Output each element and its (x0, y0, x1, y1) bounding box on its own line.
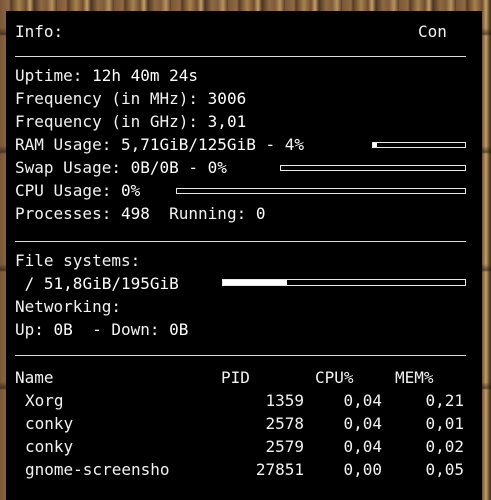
cpu-usage-bar (176, 188, 466, 194)
processes-label: Processes: (15, 204, 112, 223)
con-label: Con (418, 22, 447, 41)
divider (15, 56, 466, 57)
process-name: conky (25, 437, 74, 456)
running-value: 0 (255, 204, 266, 223)
root-fs-label: / 51,8GiB/195GiB (24, 274, 179, 293)
process-name: Xorg (25, 391, 64, 410)
swap-value: 0B/0B - 0% (130, 158, 227, 177)
column-header-mem: MEM% (395, 368, 434, 387)
ram-label: RAM Usage: (15, 135, 112, 154)
divider (15, 241, 466, 242)
filesystems-title: File systems: (15, 251, 141, 270)
uptime-label: Uptime: (15, 66, 83, 85)
swap-row: Swap Usage: 0B/0B - 0% (15, 156, 227, 179)
down-value: 0B (169, 320, 189, 339)
up-label: Up: (15, 320, 44, 339)
network-row: Up: 0B - Down: 0B (15, 318, 188, 341)
info-label: Info: (15, 22, 64, 41)
process-mem: 0,21 (425, 391, 464, 410)
process-pid: 1359 (265, 391, 304, 410)
ram-row: RAM Usage: 5,71GiB/125GiB - 4% (15, 133, 304, 156)
process-pid: 27851 (255, 460, 304, 479)
freq-ghz-value: 3,01 (207, 112, 247, 131)
uptime-row: Uptime: 12h 40m 24s (15, 64, 198, 87)
process-cpu: 0,04 (343, 437, 382, 456)
conky-panel: Info: Con Uptime: 12h 40m 24s Frequency … (6, 11, 482, 500)
divider (15, 355, 466, 356)
ram-value: 5,71GiB/125GiB - 4% (120, 135, 304, 154)
swap-usage-bar (280, 165, 466, 171)
freq-mhz-row: Frequency (in MHz): 3006 (15, 87, 246, 110)
ram-usage-bar-fill (373, 143, 377, 147)
process-cpu: 0,04 (343, 414, 382, 433)
root-fs-usage-bar-fill (223, 280, 288, 285)
process-pid: 2578 (265, 414, 304, 433)
column-header-cpu: CPU% (315, 368, 354, 387)
freq-ghz-label: Frequency (in GHz): (15, 112, 199, 131)
swap-label: Swap Usage: (15, 158, 121, 177)
freq-mhz-value: 3006 (207, 89, 247, 108)
processes-value: 498 (120, 204, 150, 223)
root-fs-row: / 51,8GiB/195GiB (15, 272, 179, 295)
running-label: Running: (169, 204, 247, 223)
processes-row: Processes: 498 Running: 0 (15, 202, 265, 225)
root-fs-usage-bar (222, 279, 466, 286)
up-value: 0B (53, 320, 73, 339)
process-cpu: 0,00 (343, 460, 382, 479)
process-name: gnome-screensho (25, 460, 170, 479)
process-mem: 0,02 (425, 437, 464, 456)
process-pid: 2579 (265, 437, 304, 456)
column-header-pid: PID (221, 368, 250, 387)
cpu-row: CPU Usage: 0% (15, 179, 140, 202)
uptime-value: 12h 40m 24s (92, 66, 199, 85)
process-cpu: 0,04 (343, 391, 382, 410)
process-name: conky (25, 414, 74, 433)
cpu-label: CPU Usage: (15, 181, 112, 200)
down-label: - Down: (92, 320, 160, 339)
freq-mhz-label: Frequency (in MHz): (15, 89, 199, 108)
ram-usage-bar (372, 142, 466, 148)
network-title: Networking: (15, 297, 121, 316)
process-mem: 0,05 (425, 460, 464, 479)
freq-ghz-row: Frequency (in GHz): 3,01 (15, 110, 246, 133)
process-mem: 0,01 (425, 414, 464, 433)
cpu-value: 0% (120, 181, 141, 200)
column-header-name: Name (15, 368, 54, 387)
